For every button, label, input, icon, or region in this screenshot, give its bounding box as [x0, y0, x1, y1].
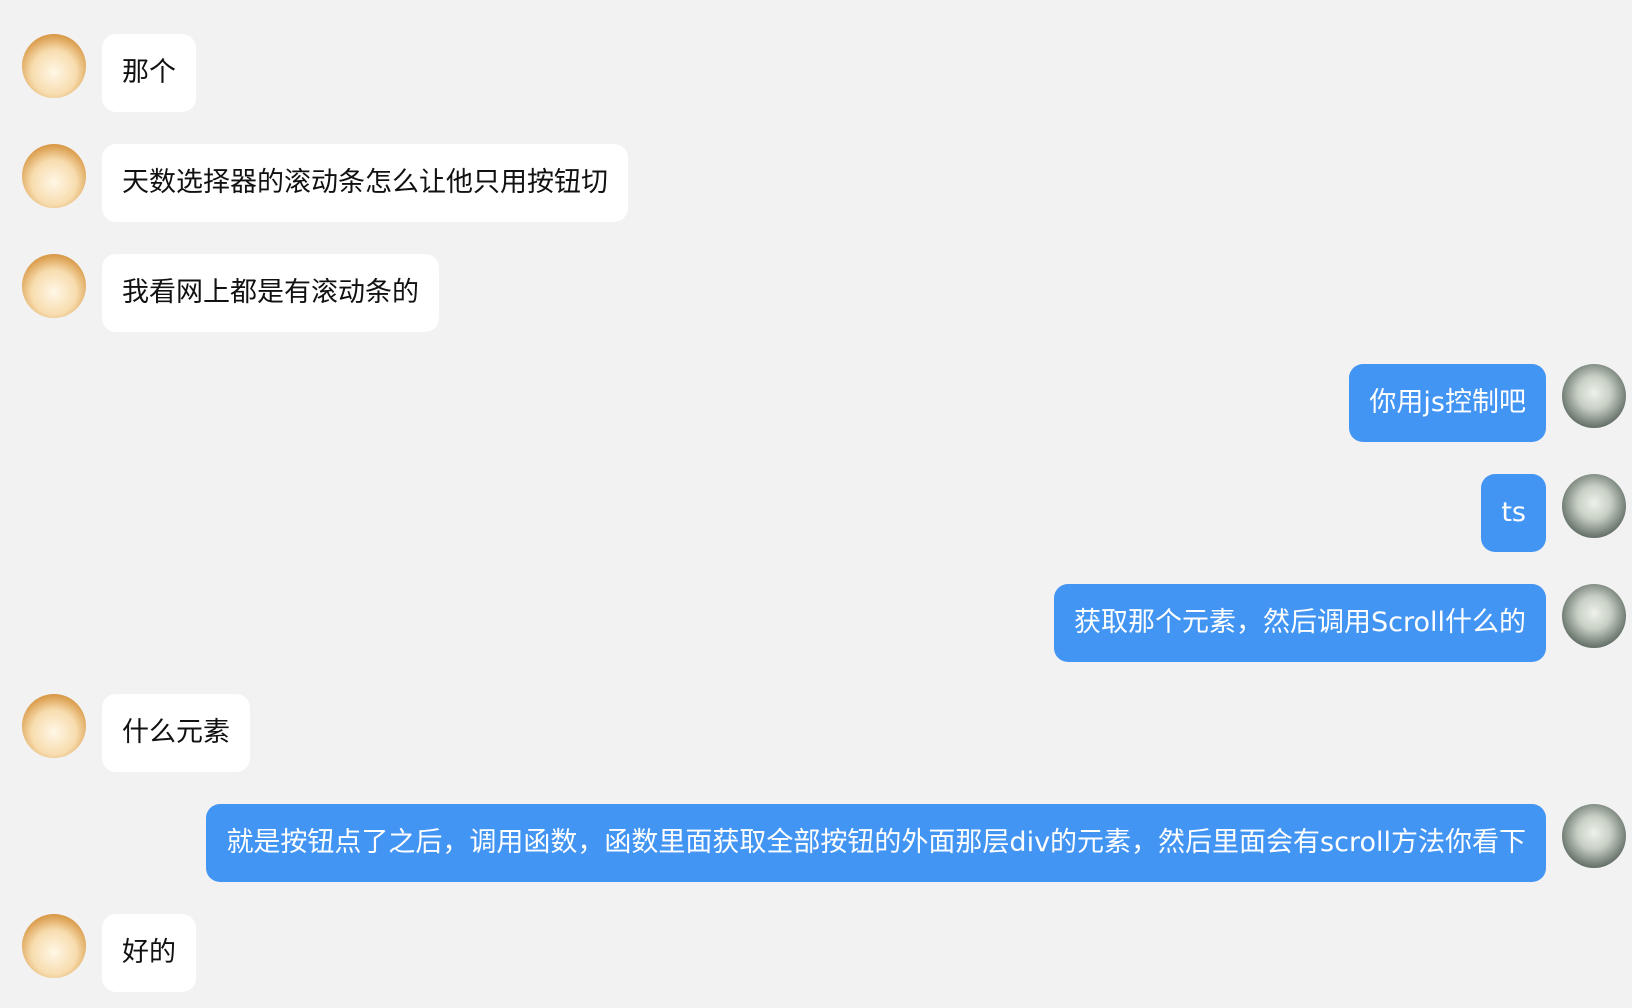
message-row: 就是按钮点了之后，调用函数，函数里面获取全部按钮的外面那层div的元素，然后里面… — [0, 804, 1632, 882]
message-row: 天数选择器的滚动条怎么让他只用按钮切 — [0, 144, 1632, 222]
girl-avatar[interactable] — [1562, 364, 1626, 428]
message-row: 什么元素 — [0, 694, 1632, 772]
incoming-message-bubble[interactable]: 好的 — [102, 914, 196, 992]
message-row: ts — [0, 474, 1632, 552]
cat-avatar[interactable] — [22, 254, 86, 318]
message-row: 好的 — [0, 914, 1632, 992]
incoming-message-bubble[interactable]: 什么元素 — [102, 694, 250, 772]
outgoing-message-bubble[interactable]: ts — [1481, 474, 1546, 552]
message-row: 我看网上都是有滚动条的 — [0, 254, 1632, 332]
message-row: 获取那个元素，然后调用Scroll什么的 — [0, 584, 1632, 662]
outgoing-message-bubble[interactable]: 获取那个元素，然后调用Scroll什么的 — [1053, 584, 1546, 662]
incoming-message-bubble[interactable]: 我看网上都是有滚动条的 — [102, 254, 439, 332]
message-row: 那个 — [0, 34, 1632, 112]
incoming-message-bubble[interactable]: 那个 — [102, 34, 196, 112]
cat-avatar[interactable] — [22, 914, 86, 978]
message-row: 你用js控制吧 — [0, 364, 1632, 442]
cat-avatar[interactable] — [22, 34, 86, 98]
incoming-message-bubble[interactable]: 天数选择器的滚动条怎么让他只用按钮切 — [102, 144, 628, 222]
cat-avatar[interactable] — [22, 144, 86, 208]
outgoing-message-bubble[interactable]: 就是按钮点了之后，调用函数，函数里面获取全部按钮的外面那层div的元素，然后里面… — [206, 804, 1546, 882]
girl-avatar[interactable] — [1562, 474, 1626, 538]
girl-avatar[interactable] — [1562, 804, 1626, 868]
cat-avatar[interactable] — [22, 694, 86, 758]
chat-message-list[interactable]: 那个天数选择器的滚动条怎么让他只用按钮切 我看网上都是有滚动条的你用js控制吧 ts… — [0, 0, 1632, 1008]
outgoing-message-bubble[interactable]: 你用js控制吧 — [1349, 364, 1546, 442]
girl-avatar[interactable] — [1562, 584, 1626, 648]
